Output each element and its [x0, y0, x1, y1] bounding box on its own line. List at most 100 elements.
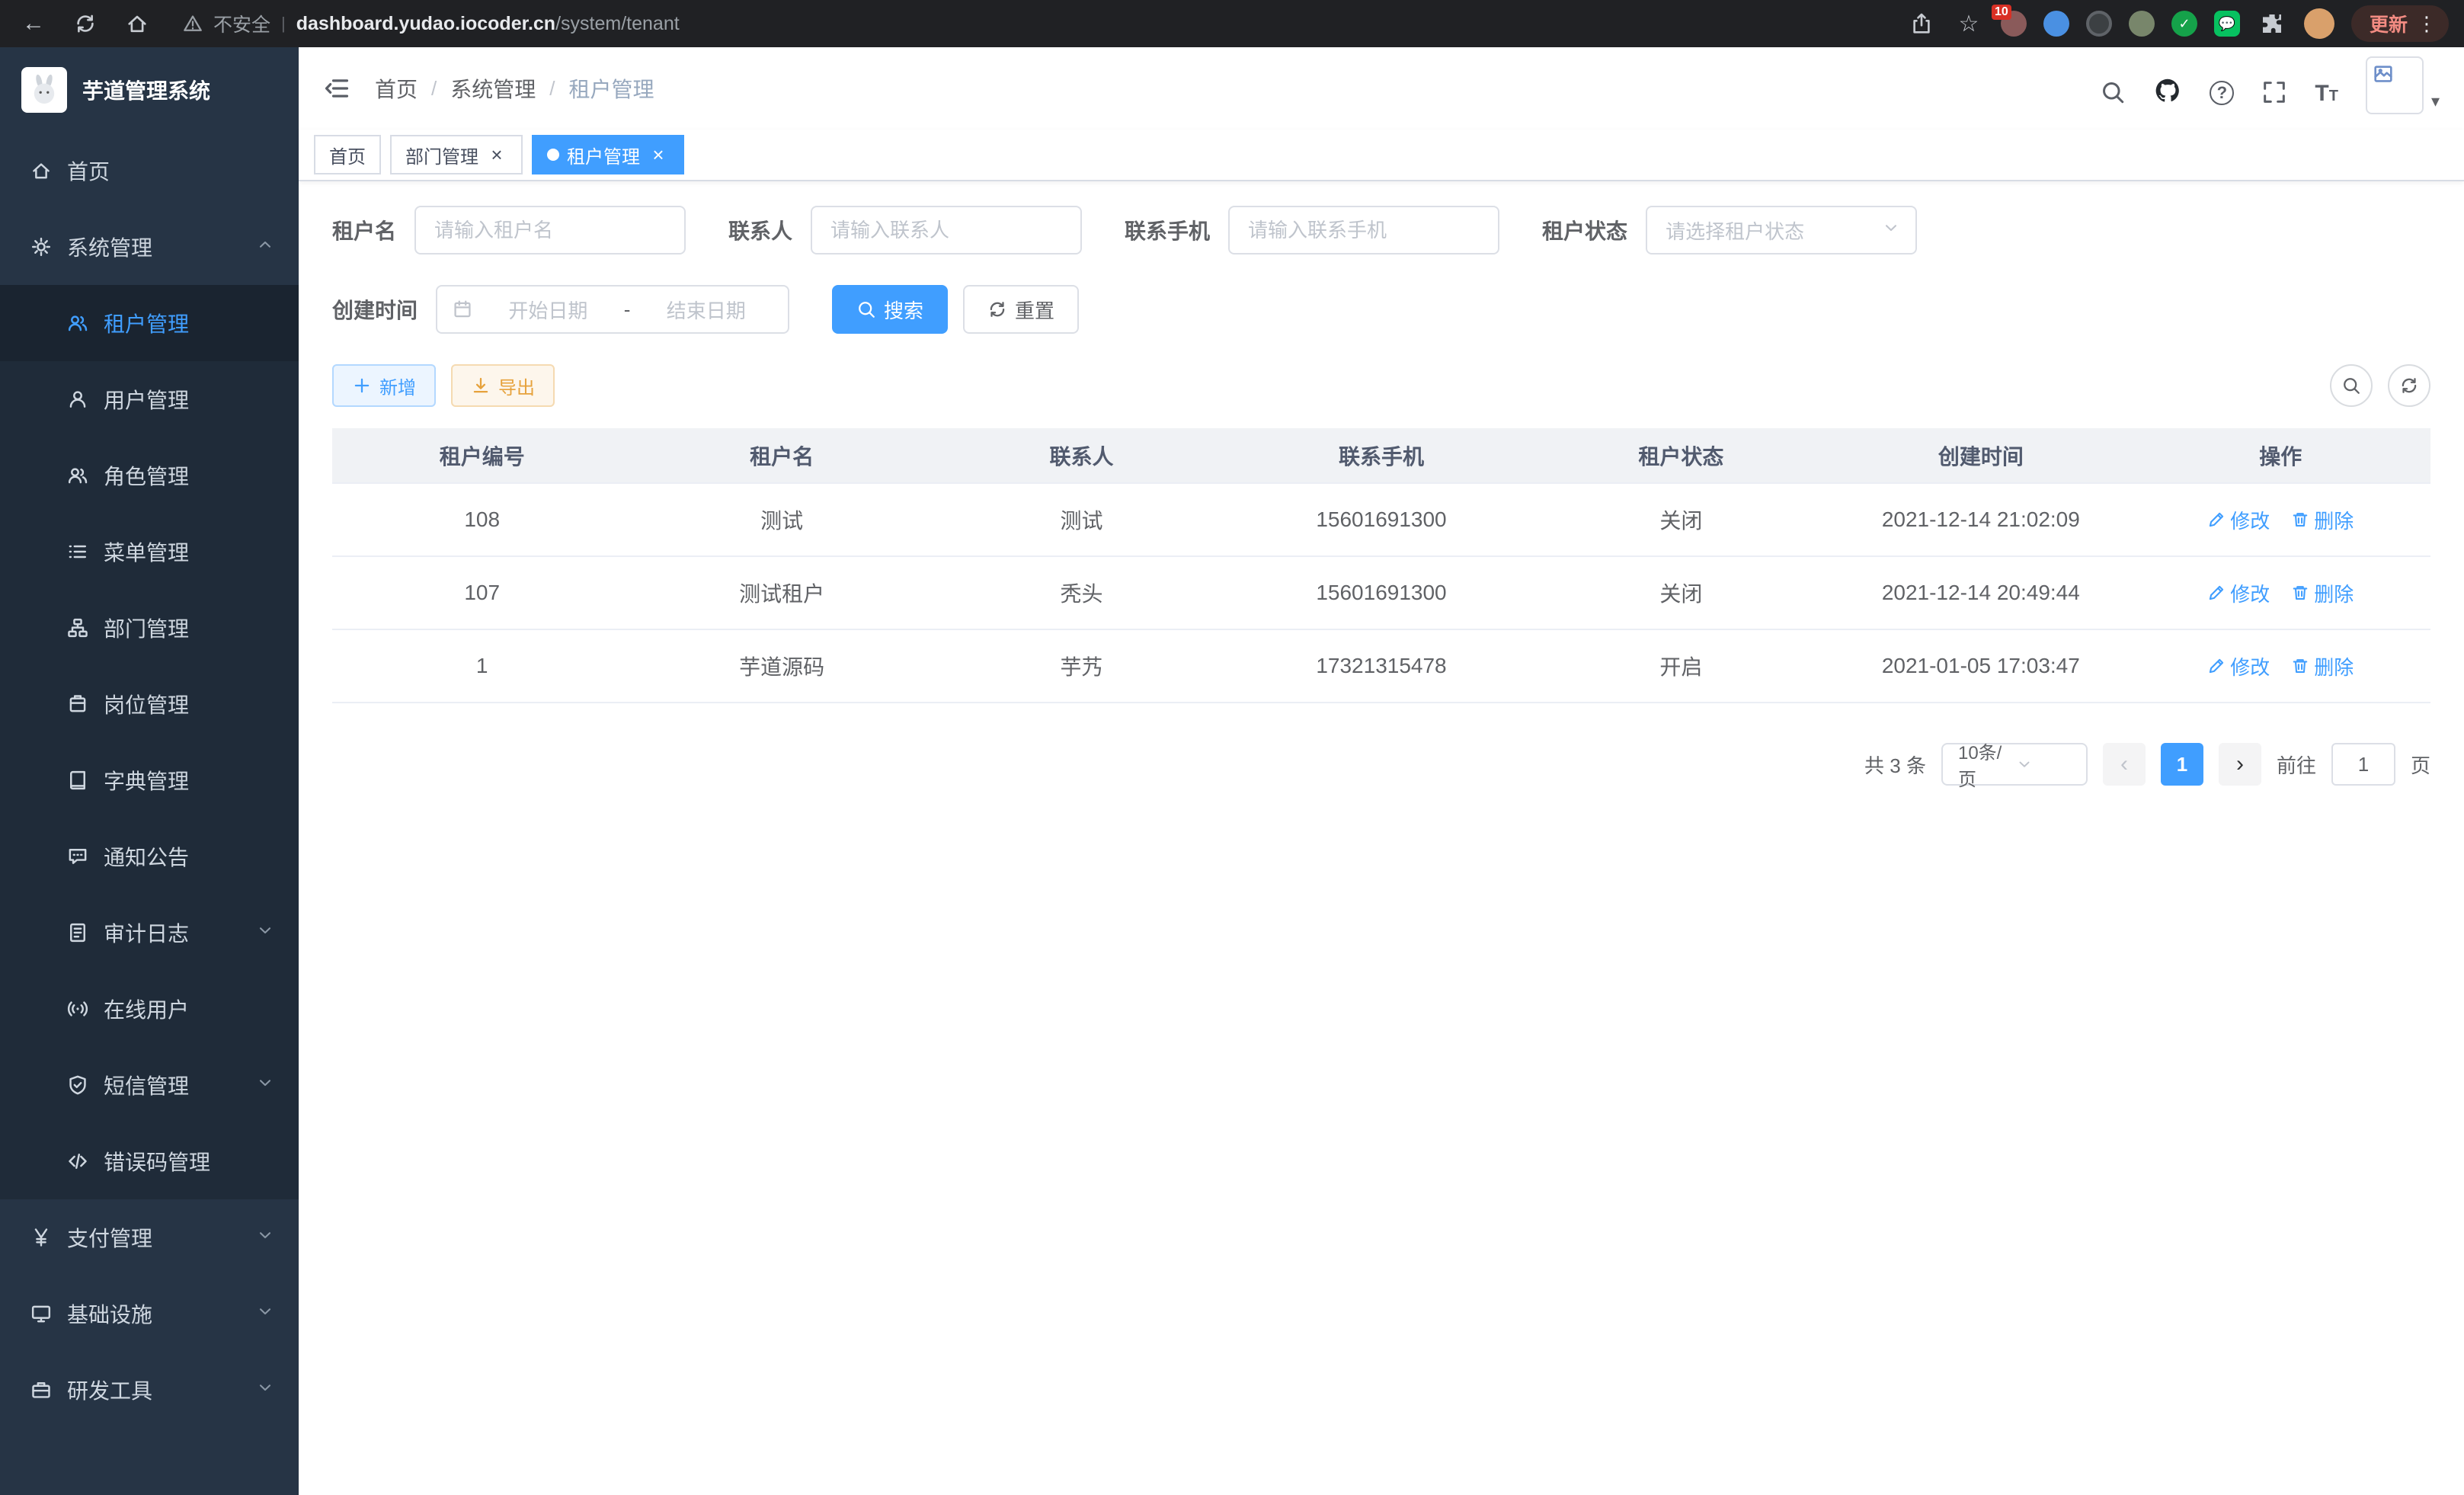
edit-button[interactable]: 修改 [2207, 652, 2270, 680]
tab-tenant[interactable]: 租户管理 × [532, 135, 684, 174]
sidebar-item-payment[interactable]: 支付管理 [0, 1199, 299, 1276]
sidebar-item-post[interactable]: 岗位管理 [0, 666, 299, 742]
sidebar-item-notice[interactable]: 通知公告 [0, 818, 299, 895]
user-icon [67, 389, 88, 410]
trash-icon [2291, 584, 2309, 602]
goto-prefix: 前往 [2277, 751, 2316, 779]
page-number-1[interactable]: 1 [2161, 743, 2203, 786]
add-button[interactable]: 新增 [332, 364, 436, 407]
page-size-select[interactable]: 10条/页 [1941, 743, 2088, 786]
phone-input[interactable] [1228, 206, 1499, 255]
font-size-icon[interactable]: TT [2315, 82, 2338, 120]
contact-input[interactable] [811, 206, 1082, 255]
tenant-name-input[interactable] [414, 206, 686, 255]
help-icon[interactable]: ? [2210, 81, 2234, 120]
sidebar-collapse-icon[interactable] [323, 75, 350, 102]
close-icon[interactable]: × [648, 144, 669, 165]
menu-list-icon [67, 541, 88, 562]
sidebar-item-infra[interactable]: 基础设施 [0, 1276, 299, 1352]
sidebar-item-system[interactable]: 系统管理 [0, 209, 299, 285]
kebab-menu-icon[interactable]: ⋮ [2417, 12, 2437, 36]
edit-button[interactable]: 修改 [2207, 506, 2270, 534]
cell-phone: 15601691300 [1231, 483, 1531, 556]
filter-row-1: 租户名 联系人 联系手机 租户状态 请选择租户状态 [332, 206, 2430, 255]
contact-label: 联系人 [728, 215, 792, 245]
sidebar-item-label: 租户管理 [104, 308, 189, 338]
sidebar-item-role[interactable]: 角色管理 [0, 437, 299, 514]
close-icon[interactable]: × [486, 144, 507, 165]
sidebar-item-tenant[interactable]: 租户管理 [0, 285, 299, 361]
tab-home[interactable]: 首页 [314, 135, 381, 174]
extension-icon-blue[interactable] [2043, 11, 2069, 37]
prev-page-button[interactable]: ‹ [2103, 743, 2146, 786]
tab-label: 首页 [329, 142, 366, 168]
browser-toolbar-right: ☆ 10 ✓ 💬 更新 ⋮ [1906, 5, 2449, 42]
delete-button[interactable]: 删除 [2291, 579, 2354, 607]
reload-icon[interactable] [67, 5, 104, 42]
extension-icon-adblock[interactable]: 10 [2001, 11, 2027, 37]
sidebar-item-error-code[interactable]: 错误码管理 [0, 1123, 299, 1199]
extension-icon-chat[interactable]: 💬 [2214, 11, 2240, 37]
sidebar-item-dept[interactable]: 部门管理 [0, 590, 299, 666]
next-page-button[interactable]: › [2219, 743, 2261, 786]
pencil-icon [2207, 657, 2226, 675]
chevron-down-icon [1882, 219, 1900, 242]
sidebar-item-label: 首页 [67, 155, 110, 186]
sidebar-item-devtools[interactable]: 研发工具 [0, 1352, 299, 1428]
status-select[interactable]: 请选择租户状态 [1646, 206, 1917, 255]
phone-label: 联系手机 [1125, 215, 1210, 245]
delete-button[interactable]: 删除 [2291, 652, 2354, 680]
edit-button[interactable]: 修改 [2207, 579, 2270, 607]
cell-status: 关闭 [1531, 483, 1831, 556]
date-range-picker[interactable]: 开始日期 - 结束日期 [436, 285, 789, 334]
browser-profile-avatar[interactable] [2304, 8, 2334, 39]
goto-page-input[interactable] [2331, 743, 2395, 786]
cell-id: 107 [332, 556, 632, 629]
cell-contact: 测试 [932, 483, 1231, 556]
sidebar-item-label: 研发工具 [67, 1375, 152, 1405]
status-select-placeholder: 请选择租户状态 [1666, 216, 1882, 245]
extensions-puzzle-icon[interactable] [2257, 5, 2287, 42]
browser-update-button[interactable]: 更新 ⋮ [2351, 5, 2449, 42]
tags-view-bar: 首页 部门管理 × 租户管理 × [299, 130, 2464, 181]
github-icon[interactable] [2153, 76, 2182, 120]
sidebar-item-online-users[interactable]: 在线用户 [0, 971, 299, 1047]
reset-button[interactable]: 重置 [963, 285, 1079, 334]
search-toggle-button[interactable] [2330, 364, 2373, 407]
sidebar-item-user[interactable]: 用户管理 [0, 361, 299, 437]
column-header-created: 创建时间 [1831, 428, 2130, 483]
yen-icon [30, 1227, 52, 1248]
search-button[interactable]: 搜索 [832, 285, 948, 334]
filter-phone: 联系手机 [1125, 206, 1499, 255]
filter-row-2: 创建时间 开始日期 - 结束日期 搜索 重置 [332, 285, 2430, 334]
tab-dept[interactable]: 部门管理 × [390, 135, 523, 174]
calendar-icon [453, 299, 472, 319]
caret-down-icon: ▾ [2431, 93, 2440, 114]
breadcrumb-home[interactable]: 首页 [375, 73, 418, 104]
tenant-icon [67, 312, 88, 334]
browser-home-icon[interactable] [119, 5, 155, 42]
back-icon[interactable]: ← [15, 5, 52, 42]
extension-icon-green-circle[interactable]: ✓ [2171, 11, 2197, 37]
search-icon[interactable] [2100, 79, 2126, 120]
sidebar-item-audit-log[interactable]: 审计日志 [0, 895, 299, 971]
address-separator: | [281, 14, 286, 34]
table-refresh-button[interactable] [2388, 364, 2430, 407]
sidebar-item-home[interactable]: 首页 [0, 133, 299, 209]
export-button[interactable]: 导出 [451, 364, 555, 407]
sidebar-item-menu[interactable]: 菜单管理 [0, 514, 299, 590]
fullscreen-icon[interactable] [2261, 79, 2287, 120]
sidebar-item-sms[interactable]: 短信管理 [0, 1047, 299, 1123]
extension-icon-olive[interactable] [2129, 11, 2155, 37]
bookmark-star-icon[interactable]: ☆ [1954, 5, 1984, 42]
delete-button[interactable]: 删除 [2291, 506, 2354, 534]
extension-icon-dark[interactable] [2086, 11, 2112, 37]
share-icon[interactable] [1906, 5, 1937, 42]
sidebar-item-label: 角色管理 [104, 460, 189, 491]
sidebar-item-dict[interactable]: 字典管理 [0, 742, 299, 818]
address-bar[interactable]: 不安全 | dashboard.yudao.iocoder.cn/system/… [183, 10, 680, 37]
breadcrumb-system[interactable]: 系统管理 [450, 73, 536, 104]
filter-contact: 联系人 [728, 206, 1082, 255]
navbar-actions: ? TT ▾ [2100, 56, 2440, 120]
user-avatar-menu[interactable]: ▾ [2366, 56, 2440, 120]
